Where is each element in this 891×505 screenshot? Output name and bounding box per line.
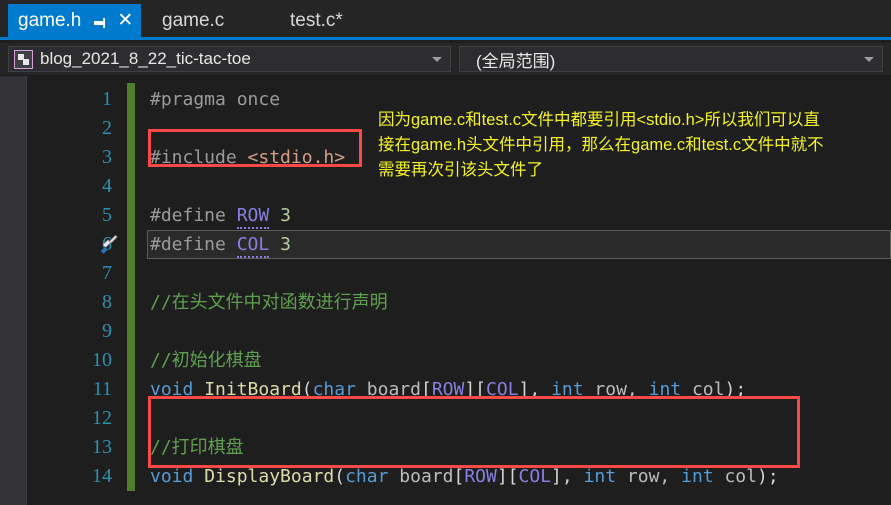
line-number: 2 [102,117,112,139]
member-scope-dropdown[interactable]: (全局范围) [459,46,883,72]
line-number: 6 [0,230,112,259]
code-text: void InitBoard(char board[ROW][COL], int… [150,379,747,400]
tab-label: game.h [18,10,82,31]
code-line[interactable]: 12 [0,404,891,433]
code-text: #include <stdio.h> [150,147,346,168]
annotation-note-line: 接在game.h头文件中引用，那么在game.c和test.c文件中就不 [378,136,824,154]
tab-label: test.c* [290,10,343,31]
annotation-note-line: 因为game.c和test.c文件中都要引用<stdio.h>所以我们可以直 [378,111,820,129]
code-line[interactable]: 6 #define COL 3 [0,230,891,259]
code-text: //打印棋盘 [150,437,244,458]
member-scope-value: (全局范围) [476,51,556,71]
project-scope-dropdown[interactable]: blog_2021_8_22_tic-tac-toe [8,46,451,72]
code-line[interactable]: 11 void InitBoard(char board[ROW][COL], i… [0,375,891,404]
namespace-icon [14,49,33,69]
tab-game-h[interactable]: game.h ✕ [8,4,142,37]
visual-studio-editor-window: game.h ✕ game.c test.c* blog_2021_8_22_t… [0,0,891,505]
line-number: 4 [102,175,112,197]
navigation-bar: blog_2021_8_22_tic-tac-toe (全局范围) [0,43,891,75]
code-text: //在头文件中对函数进行声明 [150,292,388,313]
code-line[interactable]: 14 void DisplayBoard(char board[ROW][COL]… [0,462,891,491]
chevron-down-icon[interactable] [864,56,874,62]
line-number: 13 [92,436,112,458]
line-number: 8 [102,291,112,313]
code-line[interactable]: 8 //在头文件中对函数进行声明 [0,288,891,317]
line-number: 10 [92,349,112,371]
pin-icon[interactable] [93,14,107,28]
tab-game-c[interactable]: game.c [152,4,234,37]
close-icon[interactable]: ✕ [117,11,133,30]
annotation-note-line: 需要再次引该头文件了 [378,161,543,179]
tab-label: game.c [162,10,225,31]
line-number: 14 [92,465,112,487]
line-number: 5 [102,204,112,226]
editor-tab-strip: game.h ✕ game.c test.c* [0,0,891,40]
line-number: 1 [102,88,112,110]
line-number: 12 [92,407,112,429]
code-line[interactable]: 13 //打印棋盘 [0,433,891,462]
line-number: 9 [102,320,112,342]
code-line[interactable]: 10 //初始化棋盘 [0,346,891,375]
line-number: 3 [102,146,112,168]
brush-icon[interactable] [98,234,120,256]
line-number: 11 [92,378,112,400]
code-line[interactable]: 9 [0,317,891,346]
line-number: 7 [102,262,112,284]
code-line[interactable]: 5 #define ROW 3 [0,201,891,230]
chevron-down-icon[interactable] [432,56,442,62]
code-text: #pragma once [150,89,281,110]
project-scope-value: blog_2021_8_22_tic-tac-toe [40,49,251,68]
code-text: //初始化棋盘 [150,350,262,371]
code-text: void DisplayBoard(char board[ROW][COL], … [150,466,779,487]
code-text: #define ROW 3 [150,201,291,230]
code-line[interactable]: 7 [0,259,891,288]
tab-test-c[interactable]: test.c* [280,4,353,37]
code-text: #define COL 3 [150,230,291,259]
annotation-note-text: 因为game.c和test.c文件中都要引用<stdio.h>所以我们可以直 接在… [378,108,891,183]
